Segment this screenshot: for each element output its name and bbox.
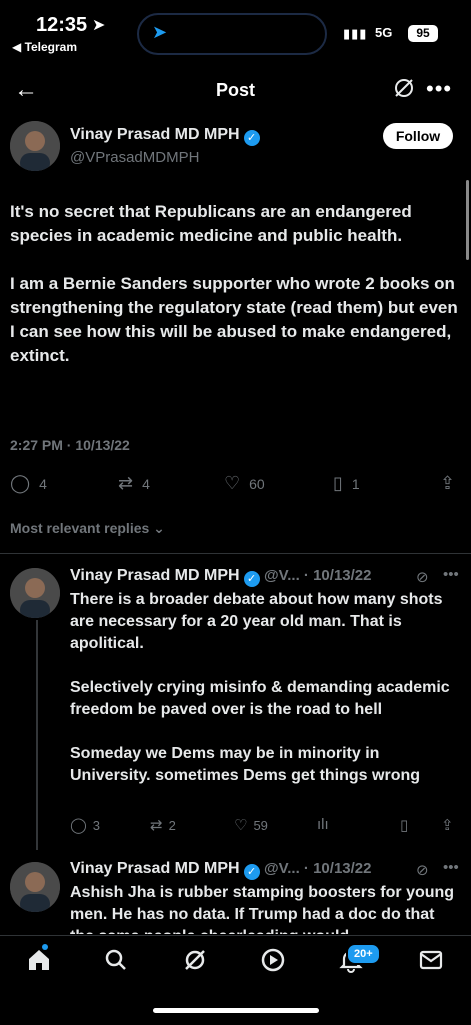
grok-icon[interactable] — [393, 77, 415, 99]
share-action[interactable]: ⇪ — [441, 816, 454, 834]
post-paragraph: I am a Bernie Sanders supporter who wrot… — [10, 274, 458, 365]
reply-author-name[interactable]: Vinay Prasad MD MPH ✓ @V... · 10/13/22 — [70, 567, 371, 587]
reply-paragraph: There is a broader debate about how many… — [70, 591, 443, 652]
home-indicator[interactable] — [153, 1008, 319, 1013]
thread-line — [36, 620, 38, 850]
heart-icon: ♡ — [234, 817, 248, 834]
reply-handle-date: @V... · 10/13/22 — [264, 860, 372, 877]
play-icon — [261, 948, 285, 972]
like-action[interactable]: ♡ 60 — [224, 473, 265, 494]
verified-icon: ✓ — [243, 571, 260, 587]
tab-messages[interactable] — [416, 947, 446, 977]
location-arrow-icon: ➤ — [92, 17, 106, 34]
analytics-icon: ılı — [317, 816, 329, 833]
reply-icon: ◯ — [70, 817, 87, 834]
tab-home[interactable] — [24, 947, 54, 977]
search-icon — [105, 949, 126, 970]
grok-icon[interactable]: ⊘ — [416, 568, 429, 586]
bookmark-action[interactable]: ▯ — [400, 816, 408, 834]
grok-icon — [185, 950, 205, 970]
post-author-handle[interactable]: @VPrasadMDMPH — [70, 149, 199, 166]
bookmark-icon: ▯ — [400, 817, 409, 834]
tab-grok[interactable] — [180, 947, 210, 977]
reply-paragraph: Someday we Dems may be in minority in Un… — [70, 745, 421, 784]
navigation-icon: ➤ — [152, 22, 168, 42]
status-time: 12:35 — [36, 14, 88, 36]
reply-action[interactable]: ◯ 4 — [10, 473, 47, 494]
reply-action[interactable]: ◯ 3 — [70, 816, 100, 834]
chevron-down-icon: ⌄ — [153, 520, 165, 536]
grok-icon[interactable]: ⊘ — [416, 861, 429, 879]
more-options-icon[interactable]: ••• — [443, 566, 459, 583]
bookmark-icon: ▯ — [333, 473, 343, 493]
repost-count: 4 — [142, 475, 150, 492]
notifications-badge: 20+ — [346, 943, 381, 965]
bookmark-action[interactable]: ▯ 1 — [333, 473, 360, 494]
like-action[interactable]: ♡ 59 — [234, 816, 268, 834]
reply-author-label: Vinay Prasad MD MPH — [70, 860, 240, 877]
signal-icon: ▮▮▮ — [343, 26, 368, 41]
share-action[interactable]: ⇪ — [440, 473, 455, 494]
mail-icon — [419, 950, 443, 970]
home-icon — [29, 950, 49, 970]
verified-icon: ✓ — [243, 864, 260, 880]
repost-count: 2 — [168, 817, 176, 833]
reply-avatar[interactable] — [10, 568, 60, 618]
avatar[interactable] — [10, 121, 60, 171]
follow-button[interactable]: Follow — [383, 123, 453, 149]
battery-indicator: 95 — [408, 25, 438, 42]
divider — [0, 553, 471, 554]
repost-icon: ⇄ — [150, 817, 163, 834]
post-author-label: Vinay Prasad MD MPH — [70, 126, 240, 143]
reply-icon: ◯ — [10, 473, 31, 493]
post-author-name[interactable]: Vinay Prasad MD MPH ✓ — [70, 126, 260, 146]
like-count: 60 — [249, 475, 265, 492]
tab-search[interactable] — [101, 947, 131, 977]
views-action[interactable]: ılı — [317, 816, 329, 833]
repost-action[interactable]: ⇄ 2 — [150, 816, 176, 834]
post-text: It's no secret that Republicans are an e… — [10, 200, 460, 392]
bookmark-count: 1 — [351, 475, 360, 492]
reply-count: 4 — [39, 475, 47, 492]
reply-count: 3 — [92, 817, 101, 833]
tab-video[interactable] — [258, 947, 288, 977]
sort-label: Most relevant replies — [10, 520, 150, 536]
network-label: 5G — [375, 25, 393, 40]
post-timestamp[interactable]: 2:27 PM · 10/13/22 — [10, 437, 130, 453]
reply-author-name[interactable]: Vinay Prasad MD MPH ✓ @V... · 10/13/22 — [70, 860, 371, 880]
heart-icon: ♡ — [224, 473, 241, 493]
share-icon: ⇪ — [440, 473, 456, 493]
reply-handle-date: @V... · 10/13/22 — [264, 567, 372, 584]
reply-text: Ashish Jha is rubber stamping boosters f… — [70, 884, 455, 934]
scrollbar[interactable] — [466, 180, 469, 260]
reply-author-label: Vinay Prasad MD MPH — [70, 567, 240, 584]
verified-icon: ✓ — [243, 130, 260, 146]
repost-icon: ⇄ — [118, 473, 134, 493]
reply-paragraph: Selectively crying misinfo & demanding a… — [70, 679, 450, 718]
back-to-telegram-link[interactable]: ◀ Telegram — [12, 40, 77, 54]
repost-action[interactable]: ⇄ 4 — [118, 473, 150, 494]
more-options-icon[interactable]: ••• — [443, 859, 459, 876]
reply-avatar[interactable] — [10, 862, 60, 912]
post-paragraph: It's no secret that Republicans are an e… — [10, 202, 412, 245]
more-options-icon[interactable]: ••• — [426, 76, 452, 102]
share-icon: ⇪ — [441, 817, 454, 834]
sort-replies-dropdown[interactable]: Most relevant replies ⌄ — [10, 520, 165, 537]
like-count: 59 — [253, 817, 268, 833]
reply-text: There is a broader debate about how many… — [70, 589, 460, 809]
